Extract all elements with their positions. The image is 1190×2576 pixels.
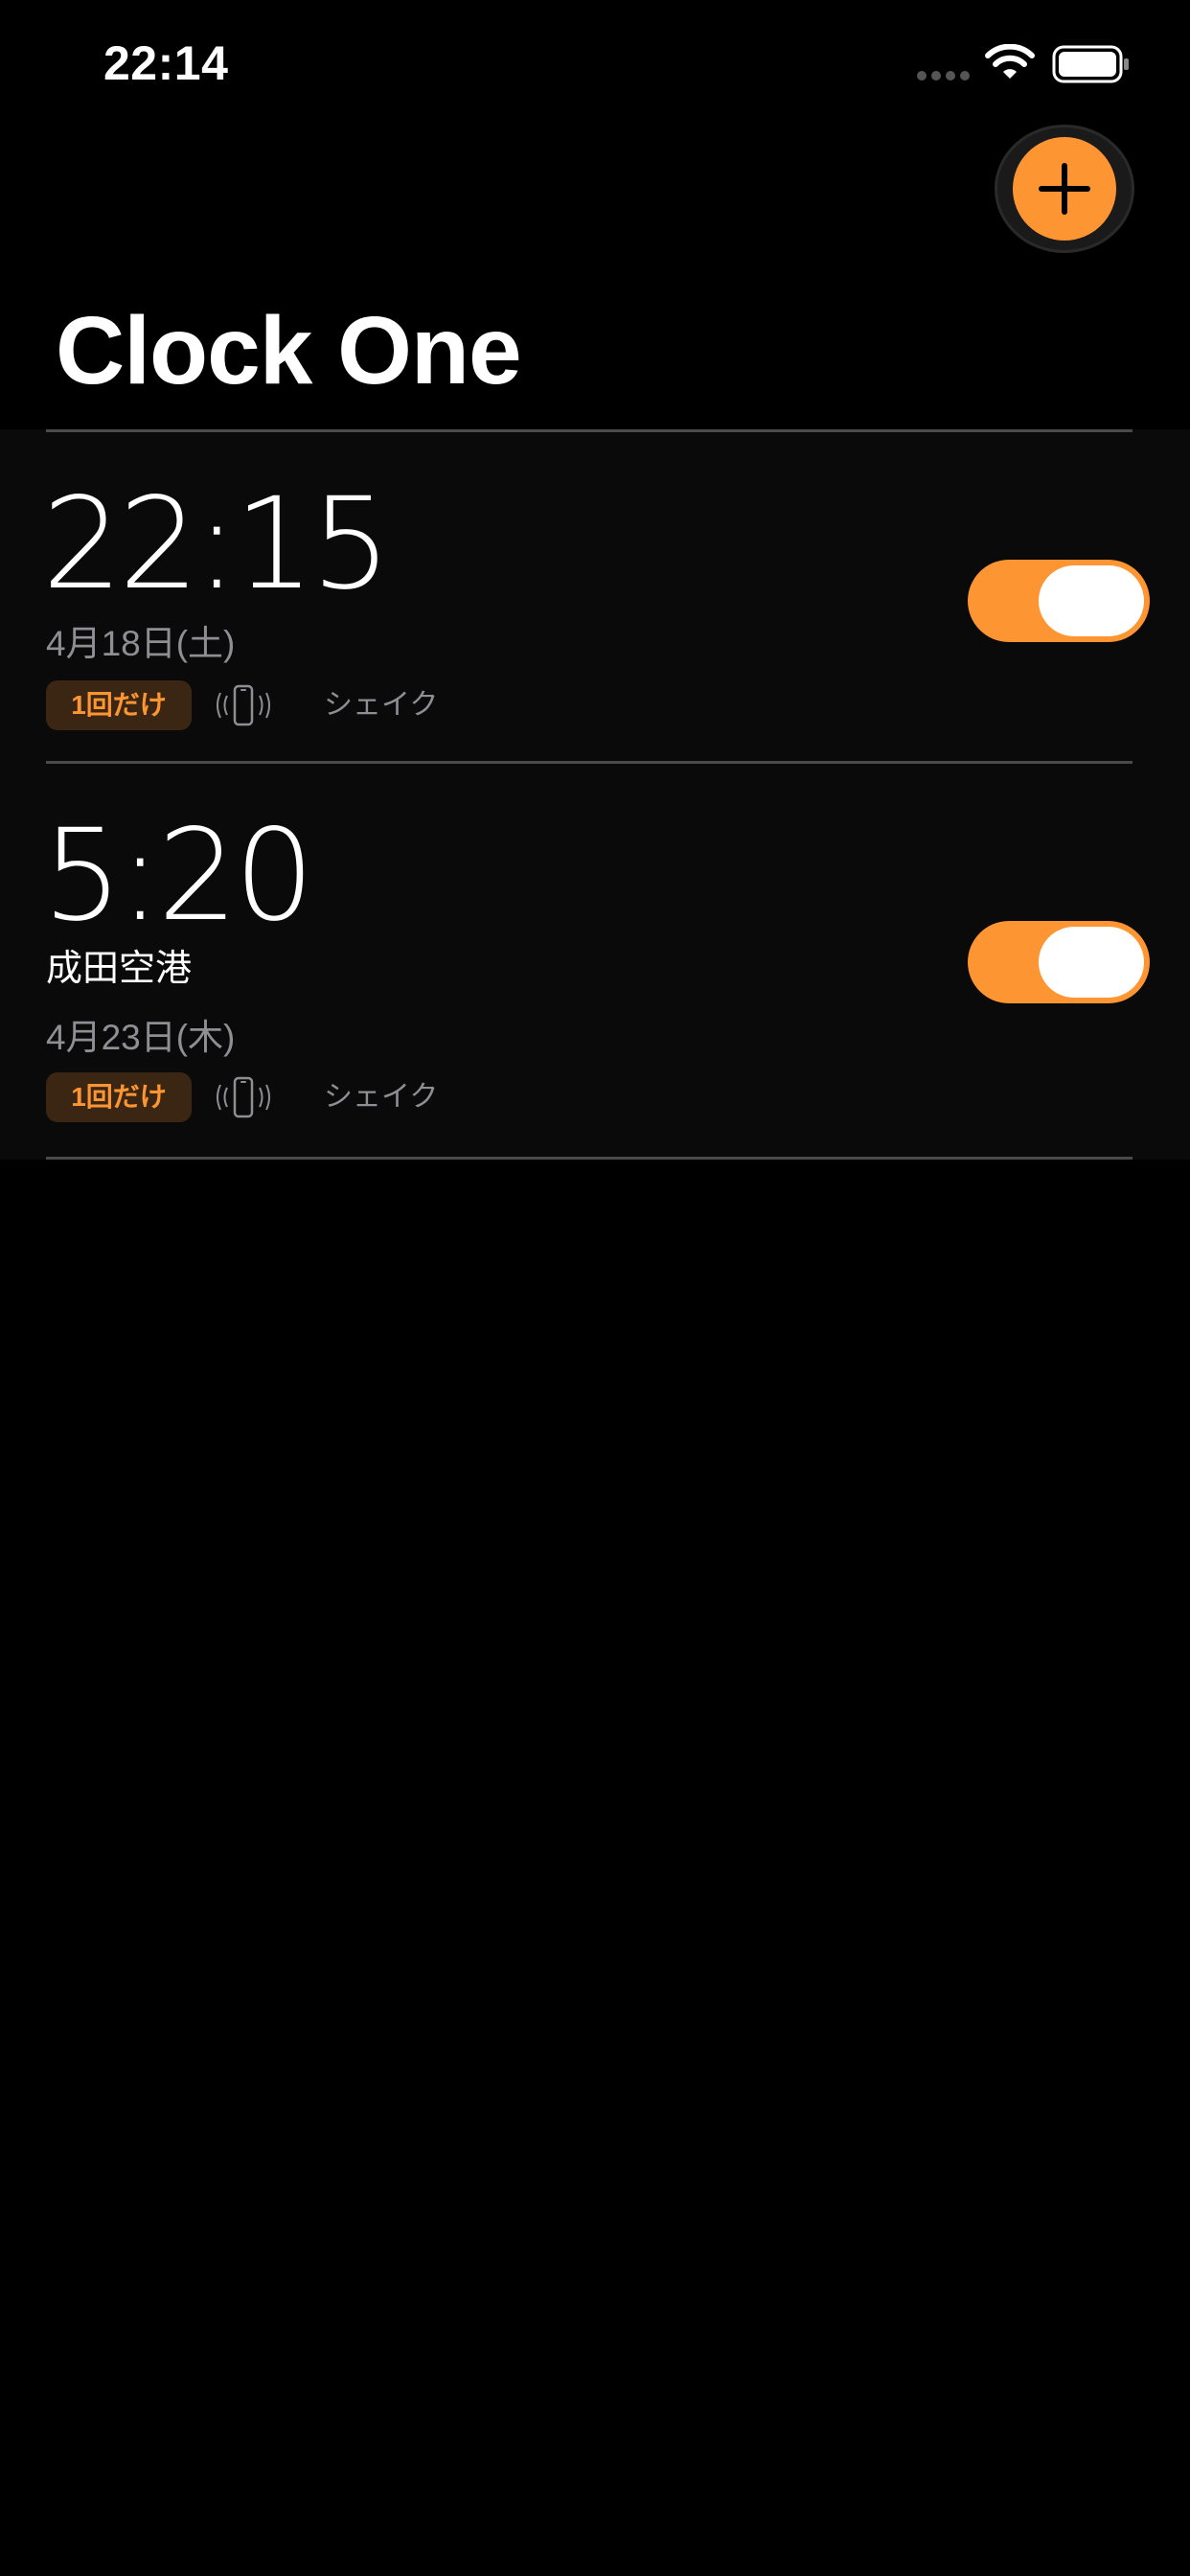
alarm-list: 22:15 4月18日(土) 1回だけ シェイク 5:20 成田空港 4月23日… (0, 429, 1190, 1160)
alarm-time: 22:15 (42, 471, 391, 618)
wifi-icon (985, 44, 1035, 79)
alarm-label: 成田空港 (46, 949, 193, 989)
battery-icon (1052, 45, 1129, 83)
alarm-time: 5:20 (42, 802, 314, 950)
page-title: Clock One (56, 297, 522, 404)
toggle-knob (1039, 565, 1144, 636)
alarm-row[interactable]: 22:15 4月18日(土) 1回だけ シェイク (0, 432, 1190, 761)
alarm-toggle[interactable] (968, 560, 1150, 642)
vibrate-phone-icon (217, 1076, 270, 1118)
vibrate-phone-icon (217, 684, 270, 726)
repeat-badge: 1回だけ (46, 1072, 192, 1122)
alarm-date: 4月23日(木) (46, 1018, 236, 1057)
alarm-date: 4月18日(土) (46, 624, 236, 663)
toggle-knob (1039, 927, 1144, 998)
plus-icon (1039, 163, 1090, 215)
divider (46, 1157, 1133, 1160)
alarm-toggle[interactable] (968, 921, 1150, 1003)
add-alarm-button[interactable] (995, 125, 1134, 253)
alarm-row[interactable]: 5:20 成田空港 4月23日(木) 1回だけ シェイク (0, 764, 1190, 1157)
stop-method-label: シェイク (324, 689, 439, 721)
status-bar-time: 22:14 (103, 36, 229, 90)
signal-dots-icon (917, 71, 970, 80)
stop-method-label: シェイク (324, 1081, 439, 1113)
repeat-badge: 1回だけ (46, 680, 192, 730)
